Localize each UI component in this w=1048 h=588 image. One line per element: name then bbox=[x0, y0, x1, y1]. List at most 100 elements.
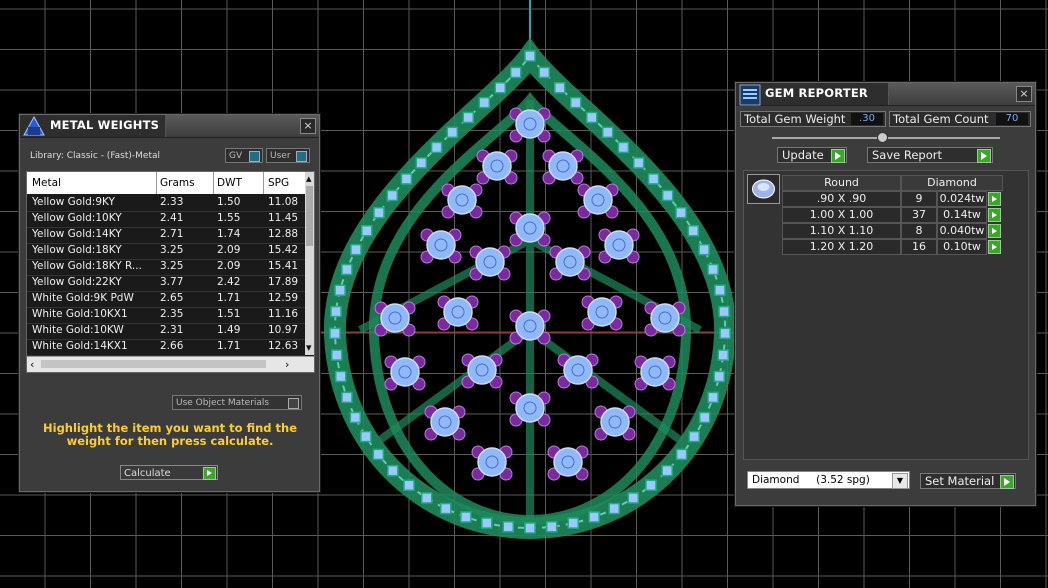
col-spg[interactable]: SPG bbox=[268, 177, 289, 189]
col-dwt[interactable]: DWT bbox=[217, 177, 242, 189]
set-material-label: Set Material bbox=[925, 474, 995, 488]
set-material-button[interactable]: Set Material bbox=[920, 473, 1016, 489]
spg-value: 12.59 bbox=[268, 292, 299, 304]
metal-name: Yellow Gold:9KY bbox=[32, 196, 115, 208]
gem-list-area: Round Diamond .90 X .90 9 0.024tw 1.00 X 1.… bbox=[743, 170, 1029, 460]
scroll-up-icon[interactable]: ▴ bbox=[306, 173, 312, 184]
metal-table-row[interactable]: Yellow Gold:18KY 3.25 2.09 15.42 bbox=[27, 243, 305, 260]
spg-value: 12.88 bbox=[268, 228, 299, 240]
material-select-value: Diamond (3.52 spg) bbox=[752, 474, 870, 486]
metal-name: Yellow Gold:18KY R... bbox=[32, 260, 142, 272]
metal-weights-close-button[interactable]: × bbox=[300, 118, 316, 134]
grams-value: 3.77 bbox=[160, 276, 184, 288]
total-gem-count-label: Total Gem Count bbox=[893, 112, 989, 126]
metal-table-row[interactable]: White Gold:10KX1 2.35 1.51 11.16 bbox=[27, 307, 305, 324]
dwt-value: 1.49 bbox=[217, 324, 241, 336]
col-grams[interactable]: Grams bbox=[160, 177, 195, 189]
grams-value: 2.65 bbox=[160, 292, 184, 304]
library-label: Library: Classic - (Fast)-Metal bbox=[30, 151, 161, 161]
chevron-down-icon[interactable]: ▼ bbox=[892, 473, 908, 489]
gem-count: 37 bbox=[901, 207, 937, 223]
user-checkbox[interactable] bbox=[296, 151, 307, 162]
gem-weight: 0.10tw bbox=[937, 239, 987, 255]
metal-weights-title: METAL WEIGHTS bbox=[50, 118, 160, 132]
horizontal-scroll-thumb[interactable] bbox=[41, 360, 266, 368]
dwt-value: 1.51 bbox=[217, 308, 241, 320]
use-object-materials-checkbox[interactable] bbox=[288, 398, 299, 409]
grams-value: 2.66 bbox=[160, 340, 184, 352]
gem-weight: 0.14tw bbox=[937, 207, 987, 223]
metal-table-vertical-scrollbar[interactable]: ▴ ▾ bbox=[305, 172, 314, 355]
select-gem-row-button[interactable] bbox=[988, 240, 1001, 254]
metal-table-horizontal-scrollbar[interactable]: ‹ › bbox=[27, 356, 314, 372]
metal-weights-logo-icon bbox=[23, 115, 45, 136]
gem-weight: 0.040tw bbox=[937, 223, 987, 239]
gem-col-shape: Round bbox=[782, 175, 901, 191]
gem-reporter-title: GEM REPORTER bbox=[765, 86, 868, 100]
gv-label: GV bbox=[229, 151, 243, 161]
select-gem-row-button[interactable] bbox=[988, 224, 1001, 238]
scroll-left-icon[interactable]: ‹ bbox=[30, 359, 34, 370]
metal-name: White Gold:9K PdW bbox=[32, 292, 134, 304]
gv-toggle[interactable]: GV bbox=[225, 148, 263, 163]
scroll-down-icon[interactable]: ▾ bbox=[306, 342, 312, 353]
scroll-right-icon[interactable]: › bbox=[285, 359, 289, 370]
col-metal[interactable]: Metal bbox=[32, 177, 61, 189]
metal-table-row[interactable]: Yellow Gold:22KY 3.77 2.42 17.89 bbox=[27, 275, 305, 292]
spg-value: 15.41 bbox=[268, 260, 299, 272]
round-gem-icon[interactable] bbox=[747, 174, 780, 204]
gv-checkbox[interactable] bbox=[249, 151, 260, 162]
save-report-button[interactable]: Save Report bbox=[867, 147, 993, 163]
user-toggle[interactable]: User bbox=[266, 148, 310, 163]
use-object-materials-toggle[interactable]: Use Object Materials bbox=[172, 395, 302, 410]
calculate-label: Calculate bbox=[124, 468, 171, 479]
spg-value: 11.16 bbox=[268, 308, 299, 320]
metal-table-row[interactable]: White Gold:14KX1 2.66 1.71 12.63 bbox=[27, 339, 305, 356]
metal-table-row[interactable]: White Gold:10KW 2.31 1.49 10.97 bbox=[27, 323, 305, 340]
play-arrow-icon bbox=[977, 149, 991, 163]
total-gem-count-value: 70 bbox=[996, 113, 1028, 125]
dwt-value: 1.71 bbox=[217, 292, 241, 304]
gem-reporter-titlebar[interactable]: GEM REPORTER × bbox=[736, 83, 1035, 106]
select-gem-row-button[interactable] bbox=[988, 208, 1001, 222]
material-select[interactable]: Diamond (3.52 spg) ▼ bbox=[747, 471, 910, 489]
user-label: User bbox=[270, 151, 291, 161]
grams-value: 2.35 bbox=[160, 308, 184, 320]
spg-value: 17.89 bbox=[268, 276, 299, 288]
metal-table-row[interactable]: Yellow Gold:10KY 2.41 1.55 11.45 bbox=[27, 211, 305, 228]
spg-value: 11.45 bbox=[268, 212, 299, 224]
metal-table-header: Metal Grams DWT SPG bbox=[27, 172, 305, 194]
dwt-value: 2.09 bbox=[217, 260, 241, 272]
metal-name: White Gold:14KX1 bbox=[32, 340, 128, 352]
calculate-button[interactable]: Calculate bbox=[120, 465, 218, 480]
total-gem-weight-field: Total Gem Weight .30 bbox=[740, 111, 886, 127]
panel-slider-knob[interactable] bbox=[877, 132, 888, 143]
dwt-value: 2.42 bbox=[217, 276, 241, 288]
metal-table-row[interactable]: Yellow Gold:14KY 2.71 1.74 12.88 bbox=[27, 227, 305, 244]
update-button[interactable]: Update bbox=[777, 147, 847, 163]
gem-size: 1.00 X 1.00 bbox=[782, 207, 901, 223]
metal-table-row[interactable]: Yellow Gold:18KY R... 3.25 2.09 15.41 bbox=[27, 259, 305, 276]
grams-value: 3.25 bbox=[160, 260, 184, 272]
gem-reporter-close-button[interactable]: × bbox=[1016, 86, 1032, 102]
dwt-value: 2.09 bbox=[217, 244, 241, 256]
use-object-materials-label: Use Object Materials bbox=[176, 398, 270, 408]
spg-value: 15.42 bbox=[268, 244, 299, 256]
gem-col-material: Diamond bbox=[901, 175, 1003, 191]
metal-table-row[interactable]: Yellow Gold:9KY 2.33 1.50 11.08 bbox=[27, 195, 305, 212]
total-gem-count-field: Total Gem Count 70 bbox=[889, 111, 1031, 127]
gem-reporter-logo-icon bbox=[739, 84, 761, 106]
dwt-value: 1.74 bbox=[217, 228, 241, 240]
grams-value: 2.41 bbox=[160, 212, 184, 224]
dwt-value: 1.55 bbox=[217, 212, 241, 224]
grams-value: 2.33 bbox=[160, 196, 184, 208]
metal-table-row[interactable]: White Gold:9K PdW 2.65 1.71 12.59 bbox=[27, 291, 305, 308]
select-gem-row-button[interactable] bbox=[988, 192, 1001, 206]
metal-table: Metal Grams DWT SPG Yellow Gold:9KY 2.33 1… bbox=[26, 171, 315, 373]
metal-name: Yellow Gold:22KY bbox=[32, 276, 122, 288]
gem-size: 1.10 X 1.10 bbox=[782, 223, 901, 239]
grams-value: 3.25 bbox=[160, 244, 184, 256]
metal-weights-titlebar[interactable]: METAL WEIGHTS × bbox=[20, 115, 319, 138]
vertical-scroll-thumb[interactable] bbox=[306, 186, 313, 246]
dwt-value: 1.50 bbox=[217, 196, 241, 208]
